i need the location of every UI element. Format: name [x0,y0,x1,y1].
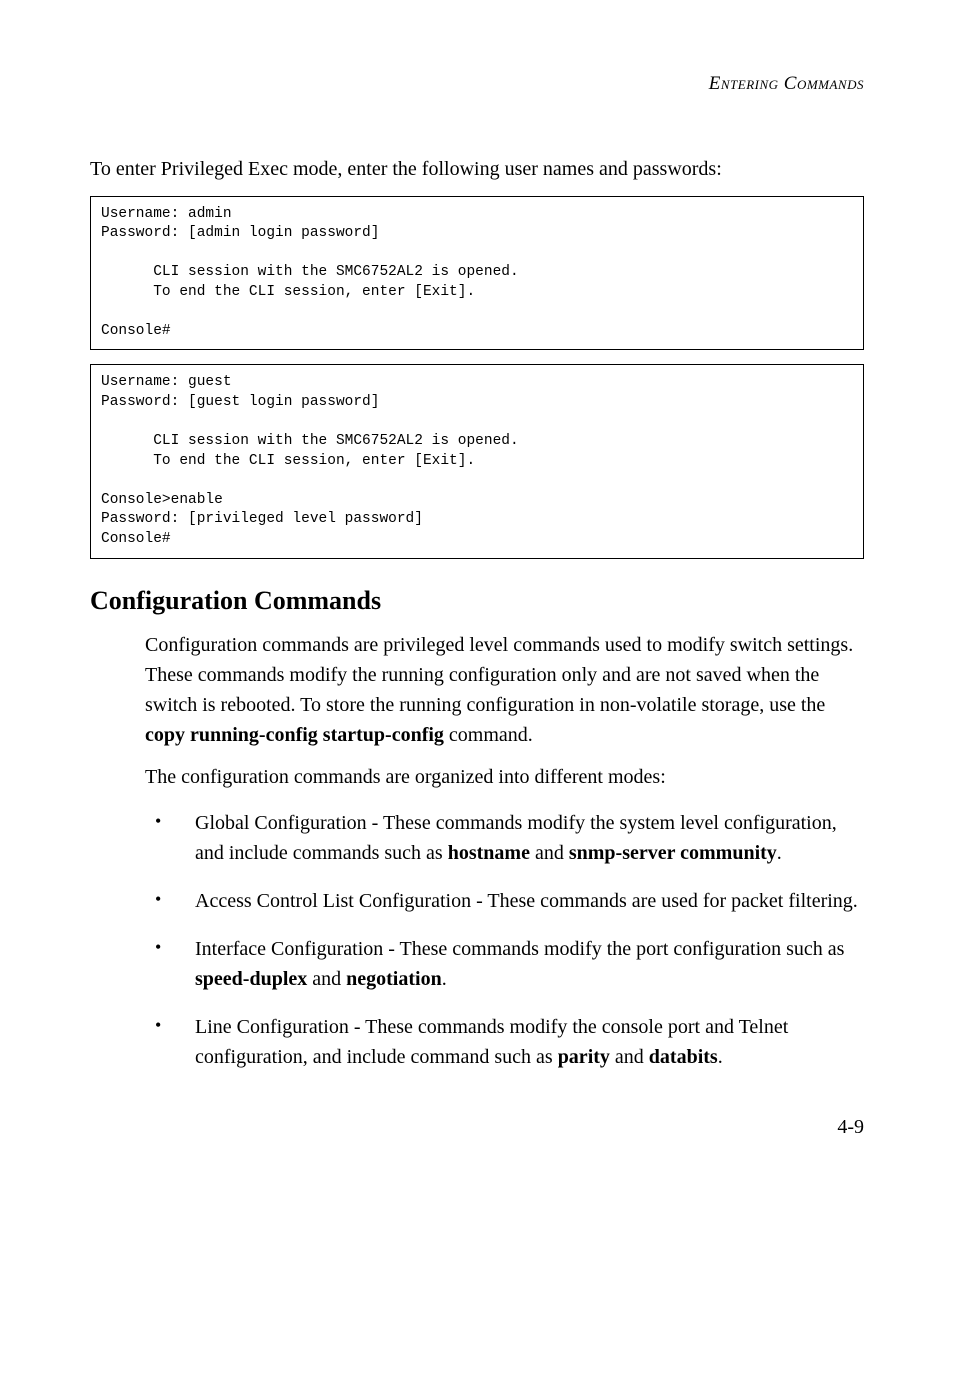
text-run: and [307,968,346,990]
text-run: command. [444,724,533,746]
text-run: Access Control List Configuration - Thes… [195,890,858,912]
text-run: Configuration commands are privileged le… [145,634,853,716]
bold-command: parity [558,1046,610,1068]
text-run: . [777,842,782,864]
bold-command: snmp-server community [569,842,777,864]
list-item: Global Configuration - These commands mo… [145,808,864,868]
configuration-commands-heading: Configuration Commands [90,581,864,620]
code-block-admin: Username: admin Password: [admin login p… [90,196,864,351]
running-header: Entering Commands [90,70,864,99]
config-paragraph-1: Configuration commands are privileged le… [145,630,864,750]
bold-command: hostname [448,842,530,864]
text-run: Interface Configuration - These commands… [195,938,844,960]
bold-command: negotiation [346,968,442,990]
list-item: Access Control List Configuration - Thes… [145,886,864,916]
text-run: and [610,1046,649,1068]
config-paragraph-2: The configuration commands are organized… [145,762,864,792]
text-run: . [718,1046,723,1068]
page-number: 4-9 [90,1112,864,1142]
text-run: . [442,968,447,990]
list-item: Interface Configuration - These commands… [145,934,864,994]
bold-command: databits [649,1046,718,1068]
list-item: Line Configuration - These commands modi… [145,1012,864,1072]
code-block-guest: Username: guest Password: [guest login p… [90,364,864,558]
config-modes-list: Global Configuration - These commands mo… [145,808,864,1072]
bold-command: speed-duplex [195,968,307,990]
bold-command: copy running-config startup-config [145,724,444,746]
text-run: and [530,842,569,864]
intro-paragraph: To enter Privileged Exec mode, enter the… [90,154,864,184]
